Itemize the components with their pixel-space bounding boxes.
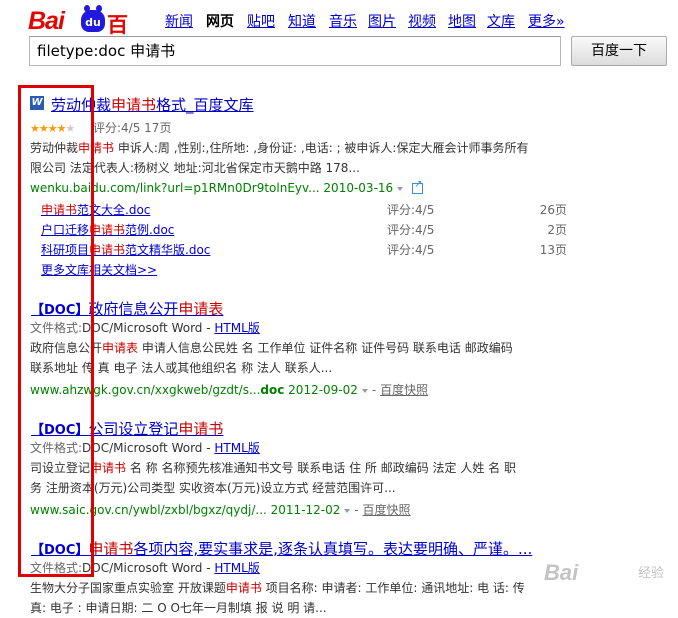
nav-item-video[interactable]: 视频 — [408, 11, 436, 31]
sub-result-title[interactable]: 户口迁移申请书范例.doc — [41, 221, 174, 238]
baidu-logo[interactable]: Bai du 百度 — [28, 5, 146, 67]
dropdown-arrow-icon[interactable] — [344, 508, 351, 513]
sub-result-row: 申请书范文大全.doc 评分:4/5 26页 — [41, 201, 571, 219]
word-doc-icon: W — [30, 96, 44, 110]
more-wenku-link[interactable]: 更多文库相关文档>> — [41, 261, 157, 278]
baidu-jingyan-watermark: Bai 经验 — [544, 560, 664, 585]
search-input[interactable]: filetype:doc 申请书 — [29, 36, 561, 66]
result-1-title-part: 格式_百度文库 — [156, 96, 254, 114]
result-3-format: 文件格式:DOC/Microsoft Word - HTML版 — [30, 441, 260, 455]
result-4-title[interactable]: 【DOC】申请书各项内容,要实事求是,逐条认真填写。表达要明确、严谨。... — [31, 538, 532, 559]
result-3-snippet-line1: 司设立登记申请书 名 称 名称预先核准通知书文号 联系电话 住 所 邮政编码 法… — [30, 461, 516, 475]
nav-item-news[interactable]: 新闻 — [165, 11, 193, 31]
snippet-text: 劳动仲裁 — [30, 141, 79, 155]
result-2-url: www.ahzwgk.gov.cn/xxgkweb/gzdt/s...doc 2… — [30, 383, 429, 397]
snapshot-link[interactable]: 百度快照 — [380, 383, 428, 397]
result-url-text: wenku.baidu.com/link?url=p1RMn0Dr9tolnEy… — [30, 181, 394, 195]
sub-result-pages: 13页 — [539, 243, 567, 257]
snapshot-link[interactable]: 百度快照 — [363, 503, 411, 517]
nav-item-music[interactable]: 音乐 — [329, 11, 357, 31]
sub-result-pages: 26页 — [539, 203, 567, 217]
logo-bai-text: Bai — [28, 7, 65, 35]
dropdown-arrow-icon[interactable] — [397, 186, 404, 191]
rating-stars: ★★★★★ — [30, 122, 75, 135]
nav-item-map[interactable]: 地图 — [448, 11, 476, 31]
doc-tag: 【DOC】 — [31, 543, 89, 558]
result-1-url: wenku.baidu.com/link?url=p1RMn0Dr9tolnEy… — [30, 179, 424, 195]
sub-result-row: 科研项目申请书范文精华版.doc 评分:4/5 13页 — [41, 241, 571, 259]
html-version-link[interactable]: HTML版 — [214, 321, 259, 335]
result-1-title[interactable]: 劳动仲裁申请书格式_百度文库 — [51, 94, 254, 115]
sub-result-pages: 2页 — [547, 223, 567, 237]
result-2-snippet-line1: 政府信息公开申请表 申请人信息公民姓 名 工作单位 证件名称 证件号码 联系电话… — [30, 341, 513, 355]
sub-result-title[interactable]: 申请书范文大全.doc — [41, 201, 150, 218]
doc-tag: 【DOC】 — [31, 423, 89, 438]
result-4-snippet-line1: 生物大分子国家重点实验室 开放课题申请书 项目名称: 申请者: 工作单位: 通讯… — [30, 581, 525, 595]
result-3-url: www.saic.gov.cn/ywbl/zxbl/bgxz/qydj/... … — [30, 503, 411, 517]
result-1-snippet-line1: 劳动仲裁申请书 申诉人:周 ,性别:,住所地: ,身份证: ,电话: ; 被申诉… — [30, 138, 528, 158]
result-3-title[interactable]: 【DOC】公司设立登记申请书 — [31, 418, 223, 439]
share-icon[interactable] — [412, 179, 424, 194]
result-4-snippet-line2: 真: 电子 : 申请日期: 二 O O七年一月制填 报 说 明 请... — [30, 601, 327, 615]
html-version-link[interactable]: HTML版 — [214, 441, 259, 455]
snippet-highlight: 申请书 — [78, 141, 115, 155]
result-2-format: 文件格式:DOC/Microsoft Word - HTML版 — [30, 321, 260, 335]
snippet-text: 申诉人:周 ,性别:,住所地: ,身份证: ,电话: ; 被申诉人:保定大雁会计… — [114, 141, 529, 155]
nav-item-images[interactable]: 图片 — [368, 11, 396, 31]
dropdown-arrow-icon[interactable] — [361, 388, 368, 393]
result-2-snippet-line2: 联系地址 传 真 电子 法人或其他组织名 称 法人 联系人... — [30, 361, 333, 375]
nav-item-zhidao[interactable]: 知道 — [288, 11, 316, 31]
nav-item-wenku[interactable]: 文库 — [487, 11, 515, 31]
nav-item-tieba[interactable]: 贴吧 — [247, 11, 275, 31]
result-1-rating: 评分:4/5 17页 — [93, 121, 172, 135]
result-4-format: 文件格式:DOC/Microsoft Word - HTML版 — [30, 561, 260, 575]
doc-tag: 【DOC】 — [31, 303, 89, 318]
result-3-snippet-line2: 务 注册资本(万元)公司类型 实收资本(万元)设立方式 经营范围许可... — [30, 481, 396, 495]
sub-result-score: 评分:4/5 — [387, 203, 435, 217]
sub-result-title[interactable]: 科研项目申请书范文精华版.doc — [41, 241, 210, 258]
nav-item-more[interactable]: 更多» — [528, 11, 565, 31]
search-button[interactable]: 百度一下 — [571, 36, 667, 66]
result-1-snippet-line2: 限公司 法定代表人:杨树义 地址:河北省保定市天鹅中路 178... — [30, 161, 360, 175]
result-1-title-part: 劳动仲裁 — [51, 96, 112, 114]
logo-paw-icon: du — [81, 5, 105, 32]
sub-result-row: 户口迁移申请书范例.doc 评分:4/5 2页 — [41, 221, 571, 239]
result-1-title-highlight: 申请书 — [111, 96, 157, 114]
nav-item-web: 网页 — [206, 14, 234, 30]
result-2-title[interactable]: 【DOC】政府信息公开申请表 — [31, 298, 223, 319]
html-version-link[interactable]: HTML版 — [214, 561, 259, 575]
sub-result-score: 评分:4/5 — [387, 243, 435, 257]
sub-result-score: 评分:4/5 — [387, 223, 435, 237]
